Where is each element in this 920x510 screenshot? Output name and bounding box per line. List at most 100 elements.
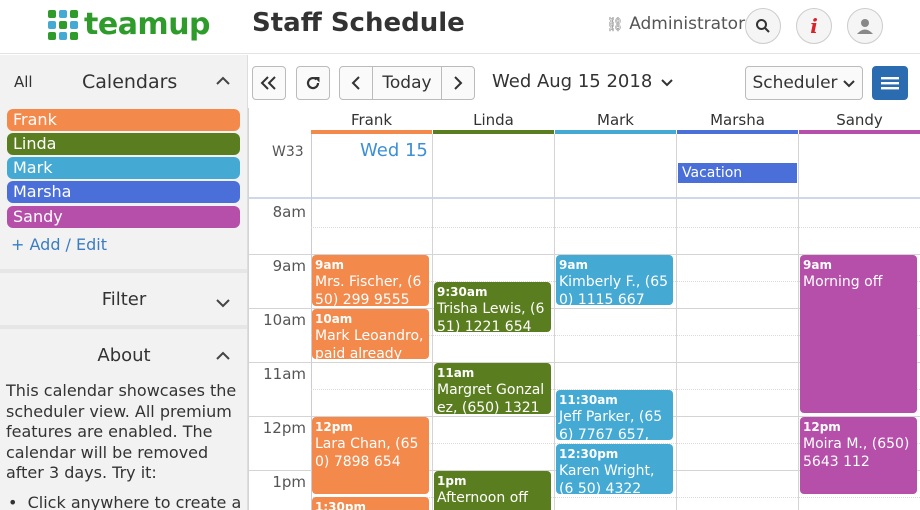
view-selector[interactable]: Scheduler	[745, 66, 863, 100]
user-icon	[857, 19, 873, 34]
time-label-1pm: 1pm	[272, 473, 306, 491]
bullet-dot: •	[8, 493, 28, 510]
color-bar	[677, 130, 798, 134]
calendar-toolbar: Today Wed Aug 15 2018 Scheduler	[248, 55, 920, 109]
refresh-icon	[306, 76, 320, 90]
next-button[interactable]	[441, 66, 475, 100]
event-card[interactable]: 11am Margret Gonzal ez, (650) 1321 3	[434, 363, 551, 414]
event-card[interactable]: 12pm Moira M., (650) 5643 112	[800, 417, 917, 494]
chevron-left-icon	[351, 76, 360, 90]
event-card[interactable]: 12:30pm Karen Wright, (6 50) 4322 252	[556, 444, 673, 494]
column-header-linda: Linda	[433, 108, 554, 134]
search-button[interactable]	[745, 8, 781, 44]
all-toggle[interactable]: All	[14, 73, 33, 91]
hamburger-menu-icon	[881, 77, 899, 90]
info-button[interactable]: i	[796, 8, 832, 44]
about-text: This calendar showcases the scheduler vi…	[6, 381, 237, 482]
administrator-label: Administrator	[629, 14, 746, 34]
calendar-item-frank[interactable]: Frank	[7, 109, 240, 131]
event-time: 12pm	[803, 420, 841, 434]
logo-text: teamup	[84, 7, 211, 42]
page-title: Staff Schedule	[252, 8, 465, 38]
event-time: 9am	[559, 258, 588, 272]
event-time: 9am	[315, 258, 344, 272]
user-button[interactable]	[847, 8, 883, 44]
chevron-up-icon[interactable]	[215, 76, 231, 86]
time-label-10am: 10am	[263, 311, 306, 329]
about-section[interactable]: About	[0, 345, 247, 366]
event-card[interactable]: 1pm Afternoon off	[434, 471, 551, 510]
about-label: About	[97, 345, 151, 366]
allday-divider	[248, 197, 920, 199]
column-label: Linda	[473, 111, 514, 129]
back-button[interactable]	[252, 66, 286, 100]
event-card[interactable]: 9am Kimberly F., (65 0) 1115 667	[556, 255, 673, 305]
event-title: Jeff Parker, (65 6) 7767 657, ne	[559, 409, 663, 440]
calendar-item-sandy[interactable]: Sandy	[7, 206, 240, 228]
administrator-link[interactable]: ⛓ Administrator	[606, 14, 745, 34]
grid-line	[432, 134, 433, 510]
column-header-sandy: Sandy	[799, 108, 920, 134]
event-card[interactable]: 11:30am Jeff Parker, (65 6) 7767 657, ne	[556, 390, 673, 440]
event-title: Trisha Lewis, (6 51) 1221 654	[437, 301, 545, 332]
event-card[interactable]: 9am Mrs. Fischer, (6 50) 299 9555	[312, 255, 429, 306]
bullet-text: Click anywhere to create a	[27, 493, 242, 510]
view-label: Scheduler	[752, 73, 838, 93]
link-icon: ⛓	[606, 17, 624, 33]
calendars-label[interactable]: Calendars	[82, 71, 177, 93]
time-label-9am: 9am	[272, 257, 306, 275]
date-picker[interactable]: Wed Aug 15 2018	[492, 71, 674, 92]
color-bar	[555, 130, 676, 134]
time-label-12pm: 12pm	[262, 419, 306, 437]
event-time: 9am	[803, 258, 832, 272]
day-label[interactable]: Wed 15	[360, 140, 428, 161]
scheduler-grid: Frank Linda Mark Marsha Sandy W33 Wed 15…	[248, 108, 920, 510]
event-title: Lara Chan, (65 0) 7898 654	[315, 436, 419, 470]
menu-button[interactable]	[872, 66, 908, 100]
chevron-down-icon	[842, 79, 855, 87]
event-title: Margret Gonzal ez, (650) 1321 3	[437, 382, 545, 414]
event-title: Kimberly F., (65 0) 1115 667	[559, 274, 669, 305]
app-header: teamup Staff Schedule ⛓ Administrator i	[0, 0, 920, 54]
event-time: 12pm	[315, 420, 353, 434]
event-title: Vacation	[682, 165, 743, 181]
teamup-logo[interactable]: teamup	[48, 7, 211, 42]
event-card[interactable]: 10am Mark Leoandro, paid already	[312, 309, 429, 359]
column-header-frank: Frank	[311, 108, 432, 134]
calendar-item-marsha[interactable]: Marsha	[7, 181, 240, 203]
filter-label: Filter	[101, 289, 147, 310]
column-header-mark: Mark	[555, 108, 676, 134]
today-button[interactable]: Today	[372, 66, 442, 100]
column-header-marsha: Marsha	[677, 108, 798, 134]
current-date: Wed Aug 15 2018	[492, 71, 653, 92]
divider	[0, 269, 247, 273]
calendar-item-mark[interactable]: Mark	[7, 157, 240, 179]
filter-section[interactable]: Filter	[0, 289, 247, 310]
event-title: Mrs. Fischer, (6 50) 299 9555	[315, 274, 422, 306]
divider	[0, 325, 247, 329]
event-card[interactable]: 9:30am Trisha Lewis, (6 51) 1221 654	[434, 282, 551, 332]
today-label: Today	[382, 73, 432, 93]
event-title: Karen Wright, (6 50) 4322 252	[559, 463, 655, 494]
add-edit-label: + Add / Edit	[11, 235, 108, 254]
chevron-down-icon[interactable]	[215, 298, 231, 308]
event-vacation[interactable]: Vacation	[678, 163, 797, 183]
event-card[interactable]: 9am Morning off	[800, 255, 917, 413]
calendar-item-linda[interactable]: Linda	[7, 133, 240, 155]
add-edit-link[interactable]: + Add / Edit	[11, 235, 107, 254]
week-label: W33	[272, 144, 304, 160]
column-label: Sandy	[836, 111, 883, 129]
about-bullet: • Click anywhere to create a	[8, 493, 241, 510]
event-card[interactable]: 1:30pm	[312, 497, 429, 510]
event-card[interactable]: 12pm Lara Chan, (65 0) 7898 654	[312, 417, 429, 494]
double-chevron-left-icon	[260, 76, 276, 90]
refresh-button[interactable]	[296, 66, 330, 100]
chevron-up-icon[interactable]	[215, 351, 231, 361]
half-hour-line	[311, 227, 920, 228]
color-bar	[311, 130, 432, 134]
event-time: 11:30am	[559, 393, 618, 407]
event-title: Mark Leoandro, paid already	[315, 328, 424, 359]
prev-button[interactable]	[339, 66, 373, 100]
event-time: 12:30pm	[559, 447, 619, 461]
event-title: Moira M., (650) 5643 112	[803, 436, 910, 470]
